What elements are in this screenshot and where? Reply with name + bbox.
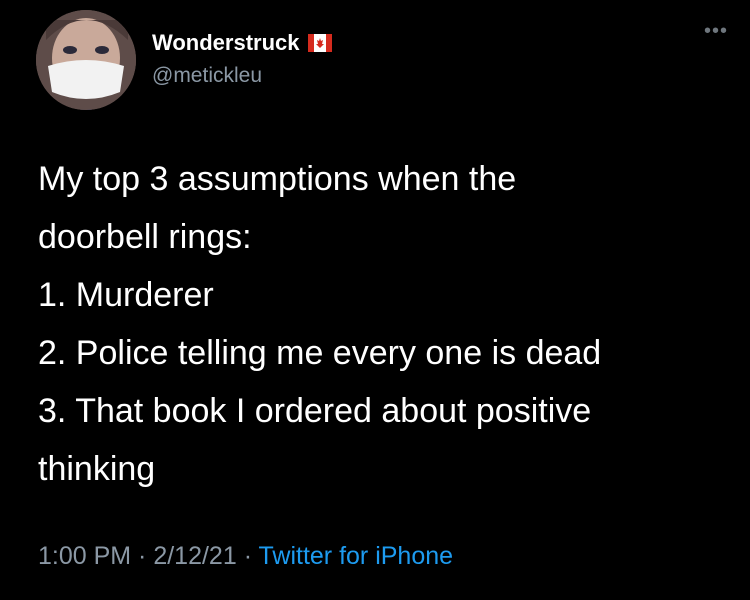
display-name[interactable]: Wonderstruck bbox=[152, 30, 300, 56]
avatar[interactable] bbox=[36, 10, 136, 110]
tweet: Wonderstruck @metickleu ••• My top 3 ass… bbox=[0, 0, 750, 600]
tweet-text-line: 2. Police telling me every one is dead bbox=[38, 334, 602, 372]
author-row: Wonderstruck bbox=[152, 28, 332, 58]
tweet-source-link[interactable]: Twitter for iPhone bbox=[259, 542, 454, 570]
tweet-time[interactable]: 1:00 PM bbox=[38, 542, 131, 570]
tweet-text-line: 3. That book I ordered about positive bbox=[38, 392, 592, 430]
canada-flag-icon bbox=[307, 34, 332, 52]
tweet-text: My top 3 assumptions when the doorbell r… bbox=[38, 150, 728, 498]
tweet-text-line: doorbell rings: bbox=[38, 218, 252, 256]
tweet-text-line: thinking bbox=[38, 450, 156, 488]
tweet-date[interactable]: 2/12/21 bbox=[153, 542, 236, 570]
tweet-text-line: My top 3 assumptions when the bbox=[38, 160, 517, 198]
author-handle[interactable]: @metickleu bbox=[152, 64, 262, 88]
meta-separator: · bbox=[236, 542, 259, 570]
tweet-meta: 1:00 PM · 2/12/21 · Twitter for iPhone bbox=[38, 542, 453, 571]
more-options-icon[interactable]: ••• bbox=[704, 21, 728, 41]
tweet-text-line: 1. Murderer bbox=[38, 276, 214, 314]
meta-separator: · bbox=[131, 542, 154, 570]
avatar-image bbox=[36, 10, 136, 110]
